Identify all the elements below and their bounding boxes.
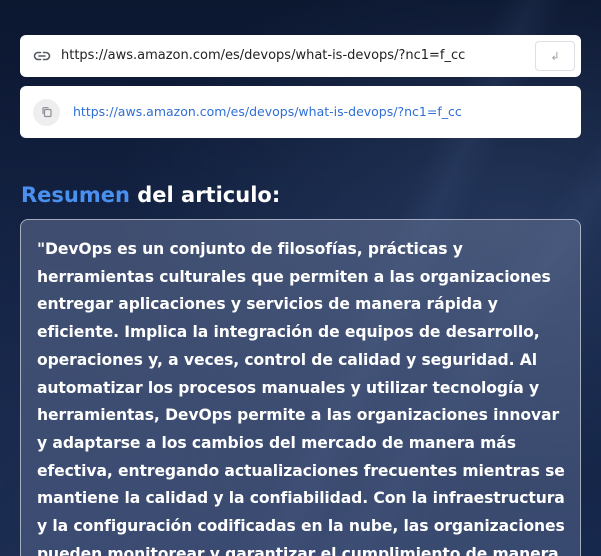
result-link-box: https://aws.amazon.com/es/devops/what-is…	[20, 86, 581, 138]
return-arrow-icon: ↲	[550, 50, 560, 63]
summary-heading-accent: Resumen	[21, 183, 130, 207]
summary-heading: Resumen del articulo:	[21, 180, 280, 210]
url-input-bar: ↲	[20, 35, 581, 77]
summary-heading-rest: del articulo:	[129, 183, 281, 207]
submit-button[interactable]: ↲	[535, 41, 575, 71]
summary-card: "DevOps es un conjunto de filosofías, pr…	[20, 219, 581, 556]
copy-button[interactable]	[33, 99, 60, 126]
summary-text: "DevOps es un conjunto de filosofías, pr…	[37, 240, 565, 556]
url-input[interactable]	[61, 45, 531, 67]
copy-icon	[41, 103, 53, 122]
result-link[interactable]: https://aws.amazon.com/es/devops/what-is…	[73, 102, 462, 122]
link-icon	[32, 47, 52, 65]
